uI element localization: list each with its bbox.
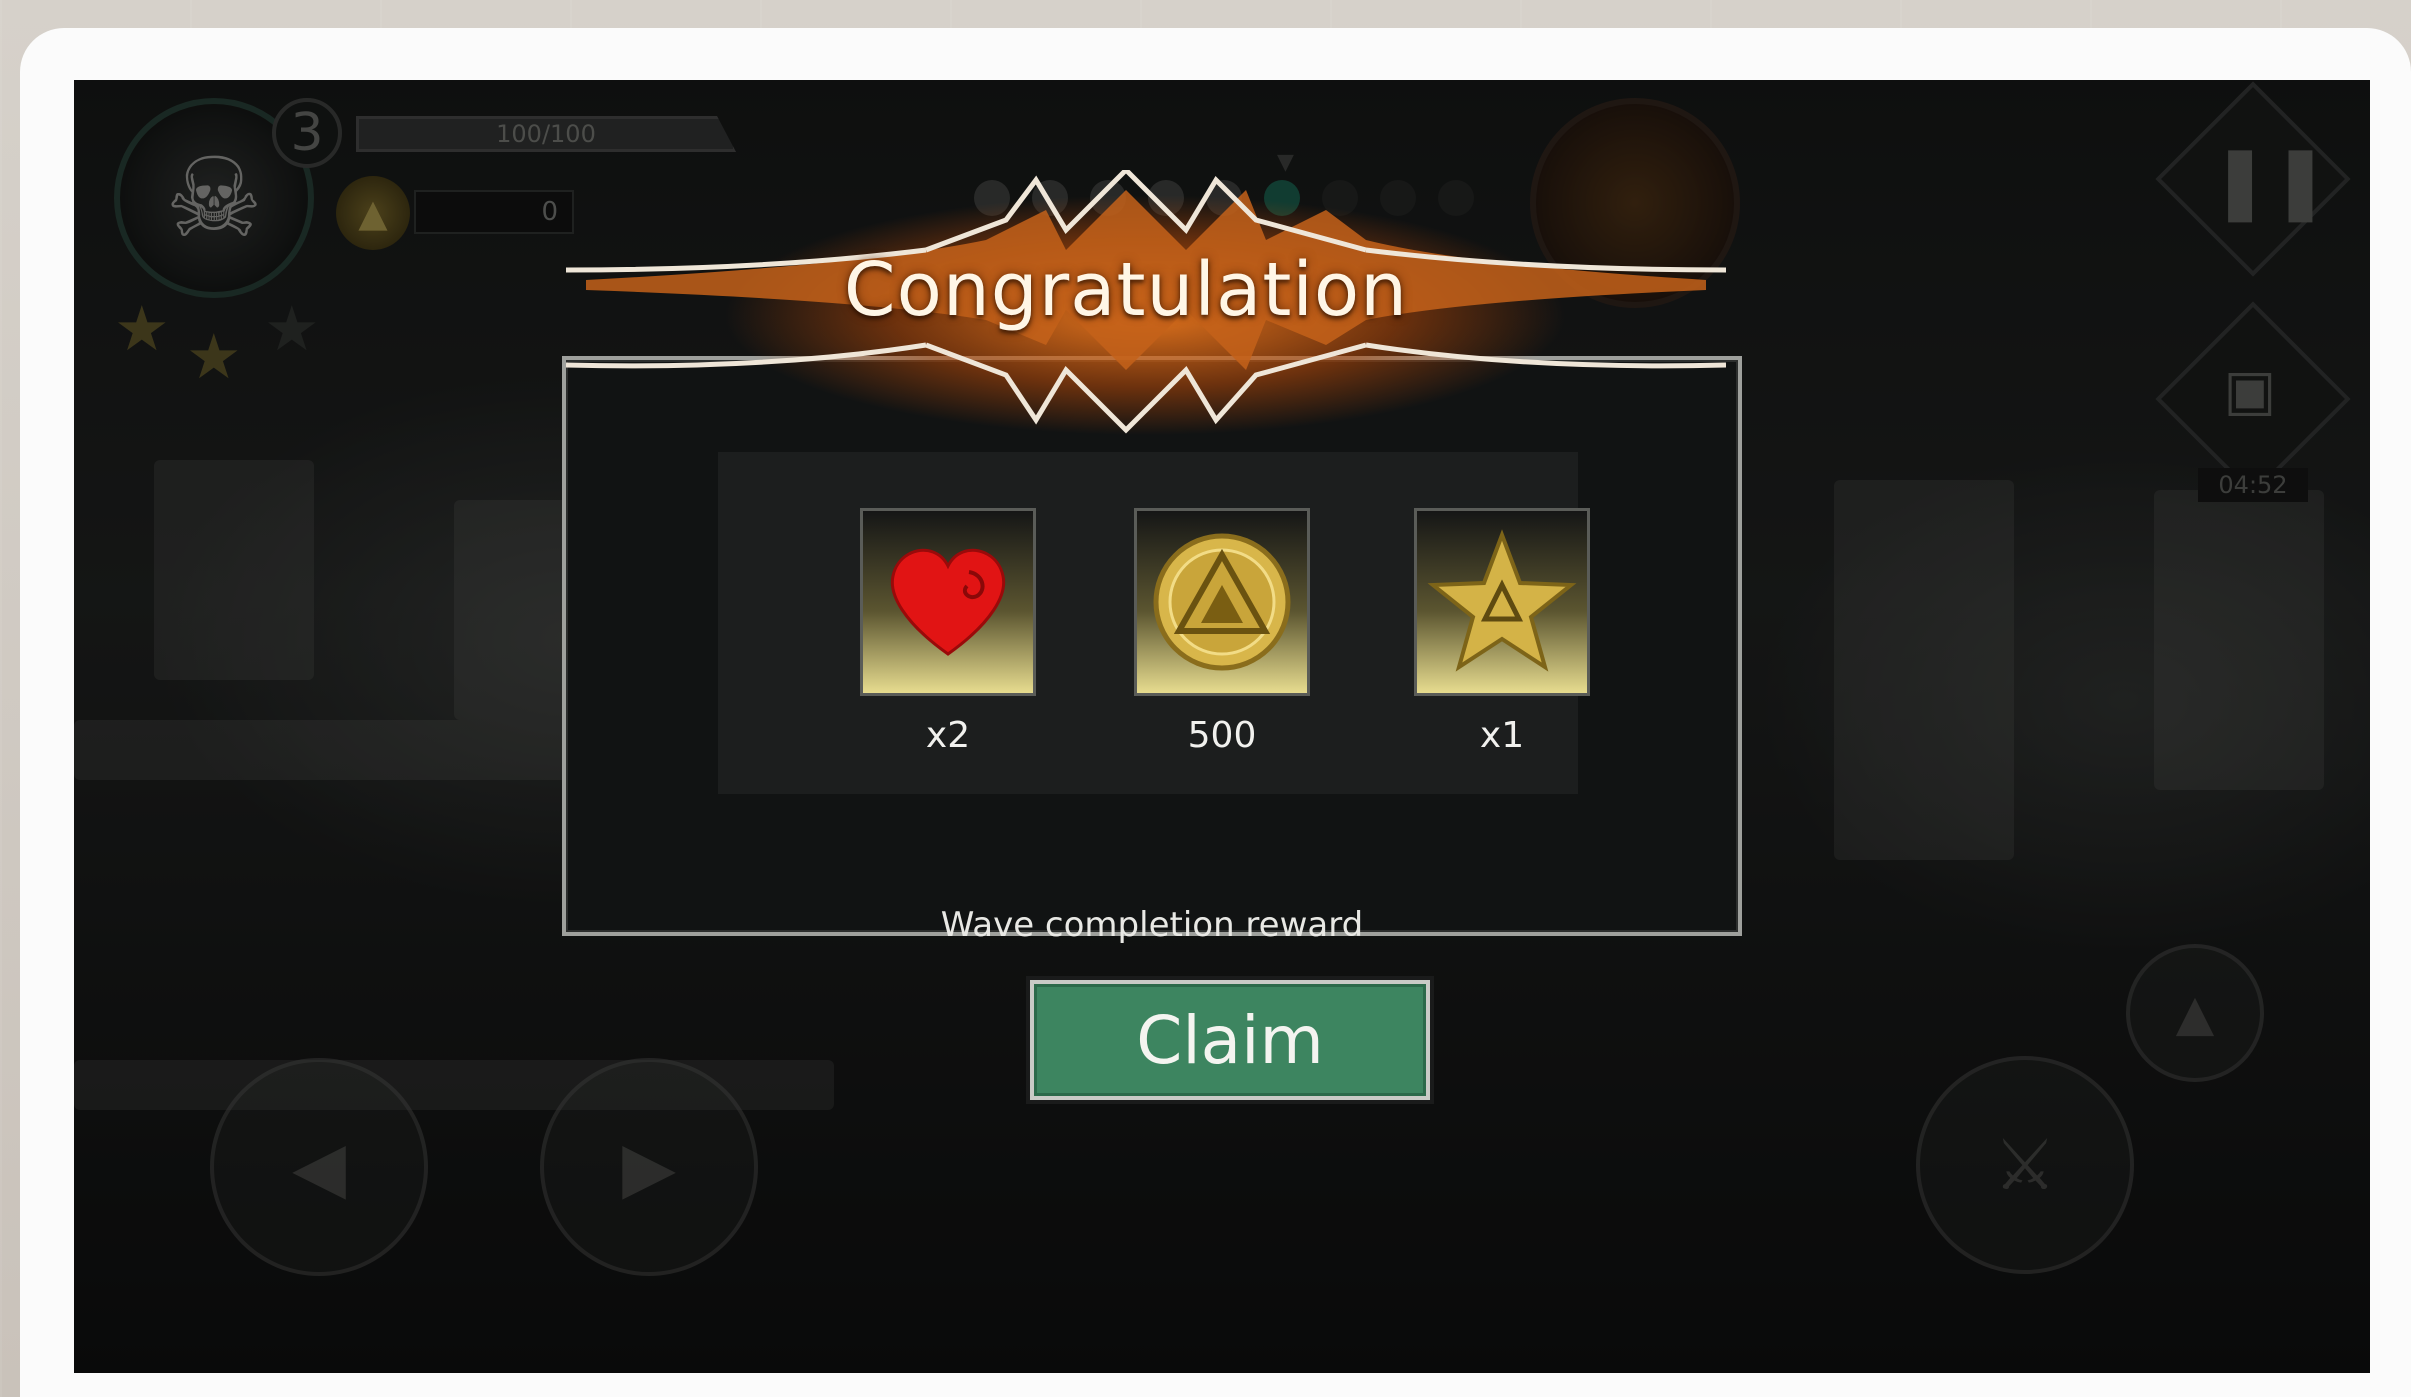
dialog-title: Congratulation [843,247,1409,333]
reward-quantity: x1 [1479,715,1525,756]
reward-tile [1134,508,1310,696]
reward-caption: Wave completion reward [940,905,1364,945]
reward-quantity: x2 [925,715,971,756]
reward-item-star: x1 [1414,508,1590,758]
reward-tile [860,508,1036,696]
heart-icon [890,548,1006,656]
reward-quantity: 500 [1187,715,1257,756]
reward-tile [1414,508,1590,696]
reward-item-coins: 500 [1134,508,1310,758]
star-icon [1427,529,1577,672]
claim-button[interactable]: Claim [1030,980,1430,1100]
reward-item-hearts: x2 [860,508,1036,758]
coin-icon [1153,533,1291,671]
